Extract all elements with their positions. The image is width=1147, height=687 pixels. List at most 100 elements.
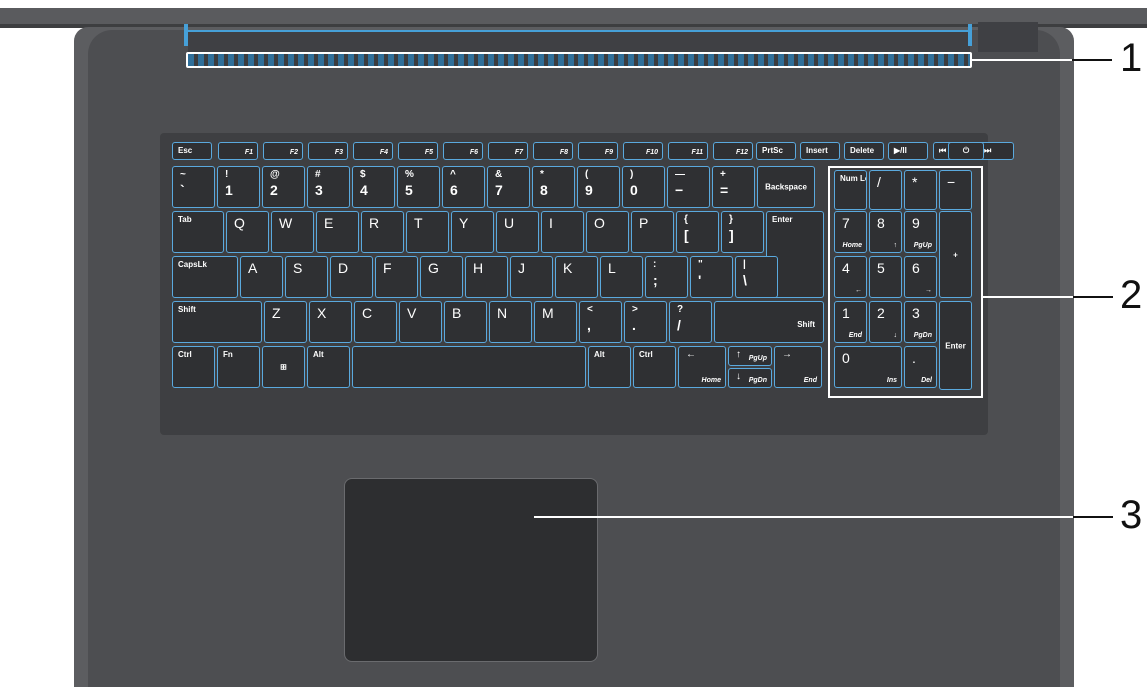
fn-key-6[interactable]: F6 <box>443 142 483 160</box>
letter-key-s[interactable]: S <box>285 256 328 298</box>
windows-key-label: ⊞ <box>280 362 287 372</box>
fn-key-7[interactable]: F7 <box>488 142 528 160</box>
letter-key-p[interactable]: P <box>631 211 674 253</box>
arrow-left-key[interactable]: ← Home <box>678 346 726 388</box>
letter-key-x[interactable]: X <box>309 301 352 343</box>
number-key-2[interactable]: @2 <box>262 166 305 208</box>
punct-key-1[interactable]: " ' <box>690 256 733 298</box>
fn-key-4[interactable]: F4 <box>353 142 393 160</box>
number-key-11[interactable]: — − <box>667 166 710 208</box>
letter-key-w[interactable]: W <box>271 211 314 253</box>
number-key-11-label: — <box>675 169 685 180</box>
fn-key-12-label: F12 <box>735 149 748 156</box>
letter-key-d[interactable]: D <box>330 256 373 298</box>
fn-key-14[interactable]: Insert <box>800 142 840 160</box>
letter-key-t[interactable]: T <box>406 211 449 253</box>
vent-housing <box>188 30 970 52</box>
number-key-3[interactable]: #3 <box>307 166 350 208</box>
alt-left-key[interactable]: Alt <box>307 346 350 388</box>
shift-left-key[interactable]: Shift <box>172 301 262 343</box>
fn-modifier-key[interactable]: Fn <box>217 346 260 388</box>
fn-key-11[interactable]: F11 <box>668 142 708 160</box>
letter-key-l[interactable]: L <box>600 256 643 298</box>
fn-key-3[interactable]: F3 <box>308 142 348 160</box>
bottom-punct-key-0-label: < <box>587 304 593 315</box>
punct-key-2[interactable]: | \ <box>735 256 778 298</box>
number-key-0[interactable]: ~ ` <box>172 166 215 208</box>
windows-key[interactable]: ⊞ <box>262 346 305 388</box>
fn-key-9[interactable]: F9 <box>578 142 618 160</box>
arrow-down-key[interactable]: ↓ PgDn <box>728 368 772 388</box>
bottom-punct-key-2[interactable]: ? / <box>669 301 712 343</box>
number-key-7-label: 7 <box>495 182 503 198</box>
fn-key-15[interactable]: Delete <box>844 142 884 160</box>
fn-key-5[interactable]: F5 <box>398 142 438 160</box>
fn-key-13[interactable]: PrtSc <box>756 142 796 160</box>
number-key-8[interactable]: * 8 <box>532 166 575 208</box>
callout-2: 2 <box>1120 273 1143 317</box>
punct-key-0[interactable]: :; <box>645 256 688 298</box>
number-key-10[interactable]: ) 0 <box>622 166 665 208</box>
number-key-5[interactable]: % 5 <box>397 166 440 208</box>
fn-key-4-label: F4 <box>379 149 388 156</box>
letter-key-r[interactable]: R <box>361 211 404 253</box>
number-key-12-label: + <box>720 169 726 180</box>
number-key-4[interactable]: $4 <box>352 166 395 208</box>
fn-key-10[interactable]: F10 <box>623 142 663 160</box>
power-key-label: ⏻ <box>962 146 970 155</box>
fn-key-8[interactable]: F8 <box>533 142 573 160</box>
fn-key-2[interactable]: F2 <box>263 142 303 160</box>
alt-right-key[interactable]: Alt <box>588 346 631 388</box>
letter-key-f[interactable]: F <box>375 256 418 298</box>
arrow-up-key[interactable]: ↑ PgUp <box>728 346 772 366</box>
fn-key-10-label: F10 <box>645 149 658 156</box>
number-key-9[interactable]: (9 <box>577 166 620 208</box>
letter-key-m[interactable]: M <box>534 301 577 343</box>
punct-key-0-label: ; <box>653 272 658 288</box>
arrow-right-key[interactable]: → End <box>774 346 822 388</box>
number-key-4-label: 4 <box>360 182 368 198</box>
letter-key-b[interactable]: B <box>444 301 487 343</box>
fn-key-0-label: Esc <box>178 146 193 155</box>
ctrl-right-key[interactable]: Ctrl <box>633 346 676 388</box>
bottom-punct-key-1[interactable]: >. <box>624 301 667 343</box>
power-key[interactable]: ⏻ <box>948 142 984 160</box>
shift-right-key[interactable]: Shift <box>714 301 824 343</box>
letter-key-z-label: Z <box>272 305 281 321</box>
backspace-key[interactable]: Backspace <box>757 166 815 208</box>
punct-key-2-label: | <box>743 259 746 270</box>
letter-key-k[interactable]: K <box>555 256 598 298</box>
fn-key-1[interactable]: F1 <box>218 142 258 160</box>
letter-key-n[interactable]: N <box>489 301 532 343</box>
number-key-6[interactable]: ^ 6 <box>442 166 485 208</box>
fn-key-16[interactable]: ▶/II <box>888 142 928 160</box>
letter-key-e[interactable]: E <box>316 211 359 253</box>
touchpad[interactable] <box>344 478 598 662</box>
letter-key-q[interactable]: Q <box>226 211 269 253</box>
letter-key-v[interactable]: V <box>399 301 442 343</box>
letter-key-h[interactable]: H <box>465 256 508 298</box>
number-key-1[interactable]: ! 1 <box>217 166 260 208</box>
bracket-key-1[interactable]: }] <box>721 211 764 253</box>
ctrl-left-key[interactable]: Ctrl <box>172 346 215 388</box>
letter-key-c[interactable]: C <box>354 301 397 343</box>
callout-3: 3 <box>1120 493 1143 537</box>
tab-key[interactable]: Tab <box>172 211 224 253</box>
bracket-key-0[interactable]: {[ <box>676 211 719 253</box>
letter-key-u[interactable]: U <box>496 211 539 253</box>
number-key-12[interactable]: + = <box>712 166 755 208</box>
letter-key-z[interactable]: Z <box>264 301 307 343</box>
letter-key-y[interactable]: Y <box>451 211 494 253</box>
letter-key-a[interactable]: A <box>240 256 283 298</box>
letter-key-j[interactable]: J <box>510 256 553 298</box>
punct-key-1-label: ' <box>698 272 702 288</box>
letter-key-i[interactable]: I <box>541 211 584 253</box>
fn-key-0[interactable]: Esc <box>172 142 212 160</box>
letter-key-o[interactable]: O <box>586 211 629 253</box>
fn-key-12[interactable]: F12 <box>713 142 753 160</box>
number-key-7[interactable]: & 7 <box>487 166 530 208</box>
bottom-punct-key-0[interactable]: <, <box>579 301 622 343</box>
spacebar[interactable] <box>352 346 586 388</box>
letter-key-g[interactable]: G <box>420 256 463 298</box>
capslock-key[interactable]: CapsLk <box>172 256 238 298</box>
